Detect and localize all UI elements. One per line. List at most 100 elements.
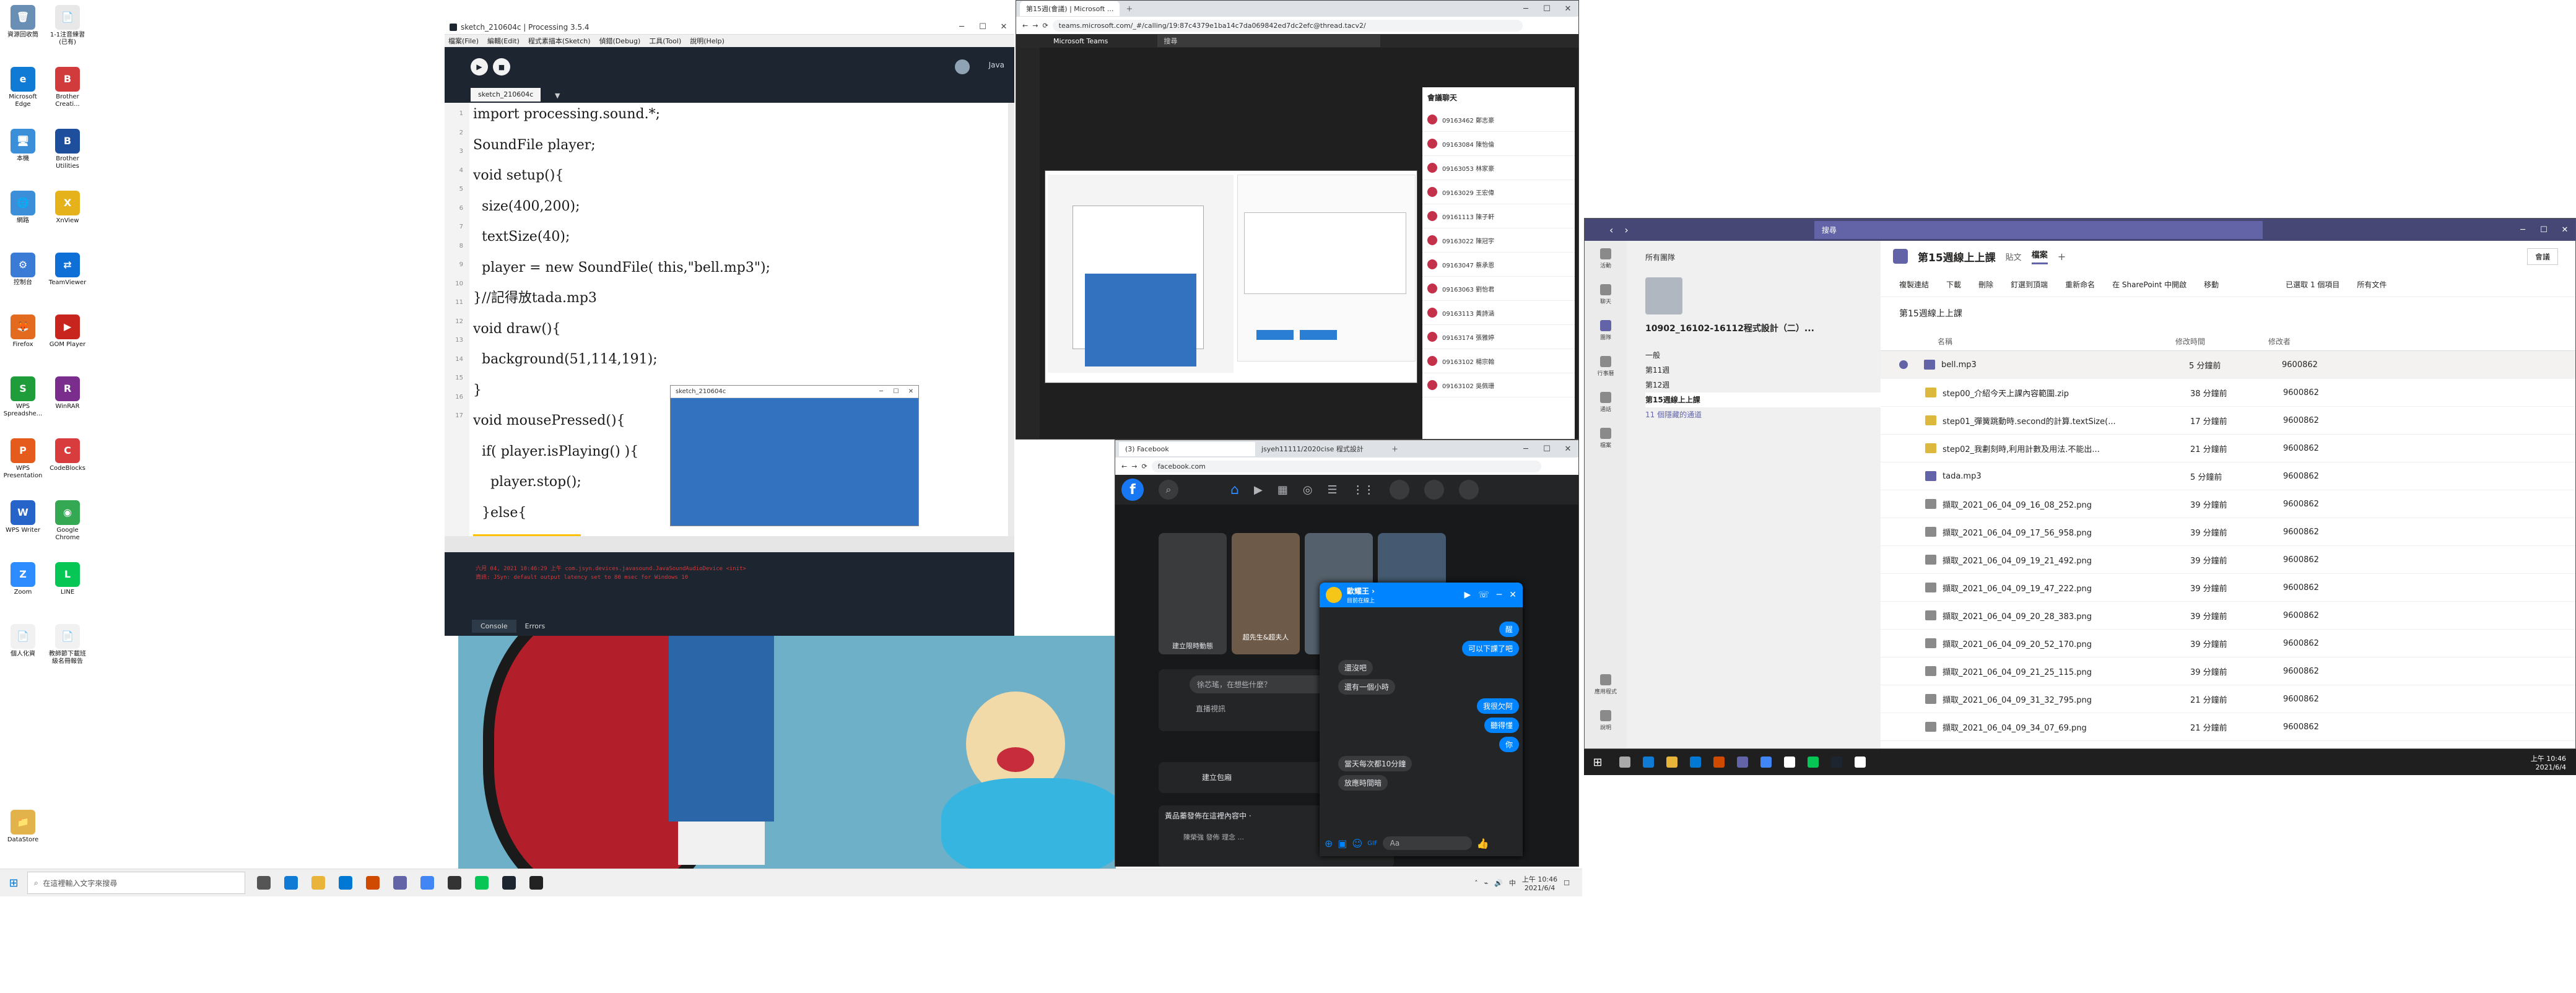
chrome-icon[interactable]	[1756, 752, 1776, 772]
toolbar-button[interactable]: 移動	[2204, 279, 2219, 290]
code-line[interactable]: SoundFile player;	[473, 136, 770, 155]
sketch-canvas[interactable]	[671, 398, 918, 526]
file-row[interactable]: 擷取_2021_06_04_09_20_52_170.png 39 分鐘前 9600…	[1881, 630, 2575, 657]
desktop-icon[interactable]: 📁 DataStore	[2, 810, 43, 844]
network-icon[interactable]: ⌁	[1484, 879, 1489, 887]
desktop-icon[interactable]: 📄 1-1注音練習(已有)	[47, 5, 88, 46]
row-checkbox[interactable]	[1899, 583, 1909, 592]
file-name[interactable]: 擷取_2021_06_04_09_17_56_958.png	[1943, 526, 2165, 538]
desktop-icon[interactable]: 🌐 網路	[2, 191, 43, 225]
chat-item[interactable]: 09163029 王宏偉	[1422, 180, 1575, 204]
file-name[interactable]: 擷取_2021_06_04_09_21_25_115.png	[1943, 666, 2165, 677]
messenger-contact-name[interactable]: 歐耀王 ›	[1347, 586, 1375, 596]
rail-item[interactable]: 檔案	[1585, 420, 1627, 456]
menu-item[interactable]: 編輯(Edit)	[487, 36, 520, 46]
desktop-icon[interactable]: ⇄ TeamViewer	[47, 253, 88, 287]
file-row[interactable]: step00_介紹今天上課內容範圍.zip 38 分鐘前 9600862	[1881, 379, 2575, 407]
reload-icon[interactable]: ⟳	[1141, 462, 1147, 470]
channel-item[interactable]: 一般	[1645, 348, 1881, 363]
media-icon[interactable]	[524, 870, 549, 895]
all-documents-dropdown[interactable]: 所有文件	[2357, 279, 2387, 290]
channel-item[interactable]: 11 個隱藏的通道	[1645, 407, 1881, 422]
fb-marketplace-icon[interactable]: ▦	[1277, 483, 1288, 496]
channel-item[interactable]: 第11週	[1645, 363, 1881, 378]
back-icon[interactable]: ←	[1121, 462, 1127, 470]
file-name[interactable]: 擷取_2021_06_04_09_16_08_252.png	[1943, 498, 2165, 510]
row-checkbox[interactable]	[1899, 722, 1909, 732]
file-row[interactable]: 擷取_2021_06_04_09_16_08_252.png 39 分鐘前 9600…	[1881, 490, 2575, 518]
desktop-icon[interactable]: ▶ GOM Player	[47, 314, 88, 349]
secondary-clock-time[interactable]: 上午 10:46	[2531, 753, 2566, 763]
file-name[interactable]: tada.mp3	[1943, 472, 2165, 481]
col-header-modified[interactable]: 修改時間	[2175, 336, 2268, 347]
processing-sketch-icon[interactable]	[497, 870, 521, 895]
file-name[interactable]: 擷取_2021_06_04_09_19_47_222.png	[1943, 582, 2165, 594]
file-row[interactable]: 擷取_2021_06_04_09_17_56_958.png 39 分鐘前 9600…	[1881, 518, 2575, 546]
file-name[interactable]: 擷取_2021_06_04_09_31_32_795.png	[1943, 693, 2165, 705]
row-checkbox[interactable]	[1899, 471, 1909, 481]
back-to-teams[interactable]: 所有團隊	[1627, 241, 1881, 262]
chat-item[interactable]: 09163102 吳佩珊	[1422, 373, 1575, 397]
menu-item[interactable]: 檔案(File)	[448, 36, 479, 46]
code-line[interactable]: player = new SoundFile( this,"bell.mp3")…	[473, 259, 770, 278]
video-call-icon[interactable]: ▶	[1464, 590, 1471, 600]
file-name[interactable]: 擷取_2021_06_04_09_20_52_170.png	[1943, 638, 2165, 649]
code-line[interactable]: }//記得放tada.mp3	[473, 289, 770, 308]
code-line[interactable]: size(400,200);	[473, 197, 770, 217]
secondary-clock-date[interactable]: 2021/6/4	[2531, 763, 2566, 771]
fb-groups-icon[interactable]: ◎	[1303, 483, 1313, 496]
fb-search-icon[interactable]: ⌕	[1159, 480, 1178, 500]
tray-up-icon[interactable]: ˄	[1474, 879, 1478, 887]
row-checkbox[interactable]	[1899, 666, 1909, 676]
add-tab-button[interactable]: +	[2058, 251, 2066, 262]
file-row[interactable]: 擷取_2021_06_04_09_20_28_383.png 39 分鐘前 9600…	[1881, 602, 2575, 630]
gif-icon[interactable]: GIF	[1367, 840, 1377, 847]
volume-icon[interactable]: 🔊	[1494, 879, 1503, 887]
channel-item[interactable]: 第15週線上上課	[1645, 392, 1881, 407]
console-divider[interactable]	[445, 536, 1014, 552]
office-icon[interactable]	[360, 870, 385, 895]
toolbar-button[interactable]: 重新命名	[2065, 279, 2095, 290]
desktop-icon[interactable]: 🖥 本機	[2, 129, 43, 163]
file-row[interactable]: 擷取_2021_06_04_09_21_25_115.png 39 分鐘前 9600…	[1881, 657, 2575, 685]
rail-item[interactable]: 通話	[1585, 384, 1627, 420]
file-row[interactable]: bell.mp3 5 分鐘前 9600862	[1881, 351, 2575, 379]
close-button[interactable]: ✕	[2554, 225, 2575, 235]
code-line[interactable]: textSize(40);	[473, 228, 770, 247]
row-checkbox[interactable]	[1899, 388, 1909, 397]
chat-item[interactable]: 09163047 蔡承恩	[1422, 253, 1575, 277]
desktop-icon[interactable]: P WPS Presentation	[2, 438, 43, 480]
add-icon[interactable]: ⊕	[1325, 838, 1333, 849]
desktop-icon[interactable]: W WPS Writer	[2, 500, 43, 534]
taskbar-clock-time[interactable]: 上午 10:46	[1522, 874, 1557, 884]
code-line[interactable]: import processing.sound.*;	[473, 105, 770, 124]
menu-item[interactable]: 程式素描本(Sketch)	[528, 36, 591, 46]
new-tab-button[interactable]: ＋	[1391, 444, 1398, 454]
tab-console[interactable]: Console	[472, 620, 516, 633]
close-icon[interactable]: ✕	[1509, 590, 1516, 600]
toolbar-button[interactable]: 下載	[1946, 279, 1961, 290]
task-view-icon[interactable]	[1615, 752, 1635, 772]
tab-facebook[interactable]: (3) Facebook	[1119, 441, 1255, 456]
file-name[interactable]: 擷取_2021_06_04_09_20_28_383.png	[1943, 610, 2165, 622]
meet-button[interactable]: 會議	[2526, 248, 2558, 265]
tab-menu-arrow[interactable]: ▼	[555, 92, 560, 100]
desktop-icon[interactable]: Z Zoom	[2, 562, 43, 596]
notifications-icon[interactable]: ☐	[1564, 879, 1570, 887]
like-icon[interactable]: 👍	[1477, 838, 1489, 849]
row-checkbox[interactable]	[1899, 443, 1909, 453]
file-explorer-icon[interactable]	[1662, 752, 1682, 772]
editor-scrollbar[interactable]	[1008, 103, 1014, 536]
rail-item[interactable]: 說明	[1585, 703, 1627, 739]
row-checkbox[interactable]	[1899, 527, 1909, 537]
file-explorer-icon[interactable]	[306, 870, 331, 895]
image-icon[interactable]: ▣	[1338, 838, 1347, 849]
minimize-button[interactable]: ─	[874, 388, 889, 395]
file-row[interactable]: 擷取_2021_06_04_09_34_07_69.png 21 分鐘前 96008…	[1881, 713, 2575, 741]
toolbar-button[interactable]: 複製連結	[1899, 279, 1929, 290]
debug-icon[interactable]	[955, 59, 970, 74]
col-header-modified-by[interactable]: 修改者	[2268, 336, 2343, 347]
story-card[interactable]: 超先生&超夫人	[1232, 533, 1300, 654]
processing-icon[interactable]	[442, 870, 467, 895]
row-checkbox[interactable]	[1899, 415, 1909, 425]
